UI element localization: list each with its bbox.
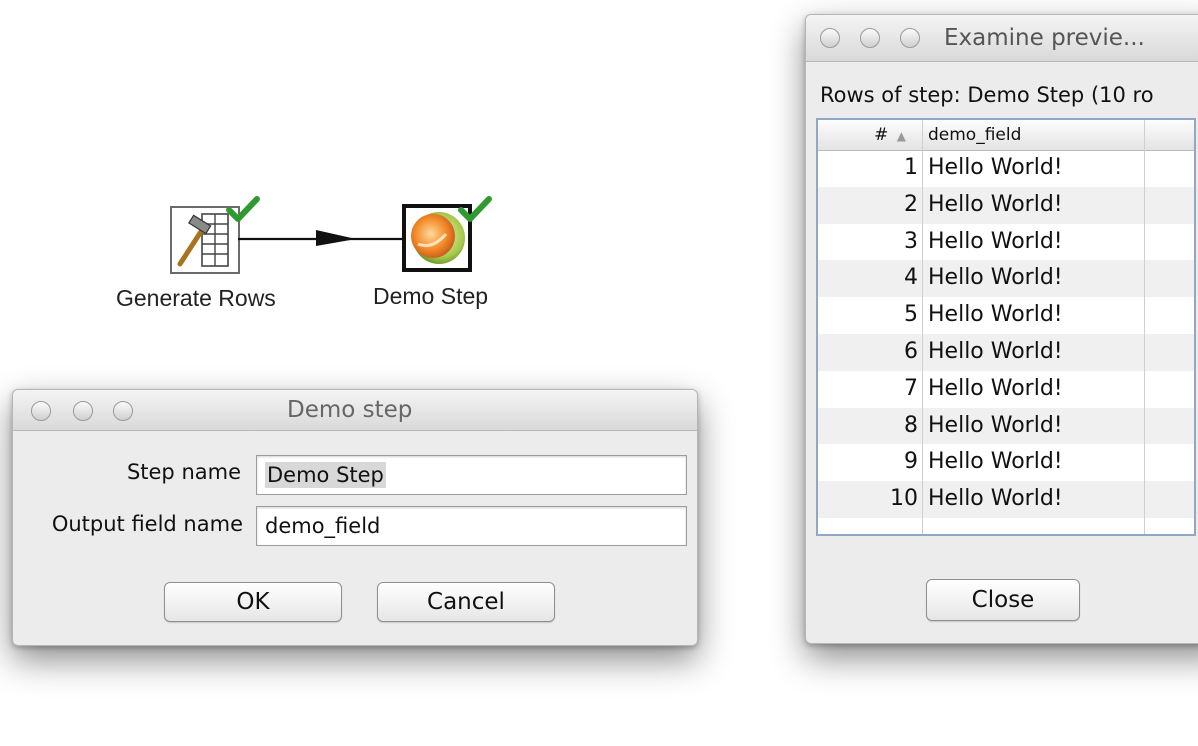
output-field-input[interactable]: demo_field [256, 506, 687, 546]
table-row[interactable]: 10 Hello World! [818, 481, 1194, 518]
demo-field-cell: Hello World! [928, 339, 1063, 364]
step-name-value: Demo Step [265, 462, 386, 488]
table-row[interactable]: 5 Hello World! [818, 297, 1194, 334]
transformation-canvas: Generate Rows Demo Step Demo step Step n… [0, 0, 1198, 746]
row-number-cell: 7 [904, 375, 918, 401]
zoom-window-button[interactable] [900, 28, 920, 48]
demo-field-cell: Hello World! [928, 191, 1063, 217]
table-row[interactable]: 1 Hello World! [818, 150, 1194, 187]
sort-ascending-icon: ▲ [896, 129, 906, 143]
demo-field-cell: Hello World! [928, 302, 1063, 328]
table-header: # ▲ demo_field [818, 120, 1194, 151]
table-row[interactable]: 6 Hello World! [818, 334, 1194, 371]
demo-field-cell: Hello World! [928, 412, 1063, 438]
preview-table[interactable]: # ▲ demo_field 1 Hello World! 2 Hello World… [816, 118, 1196, 536]
check-icon [226, 196, 260, 222]
dialog-title: Demo step [287, 397, 413, 423]
table-row[interactable]: 3 Hello World! [818, 224, 1194, 261]
preview-titlebar[interactable]: Examine previe... [806, 15, 1198, 62]
row-number-cell: 1 [904, 155, 918, 180]
demo-field-cell: Hello World! [928, 228, 1063, 254]
table-row[interactable]: 8 Hello World! [818, 407, 1194, 445]
close-button[interactable]: Close [926, 579, 1080, 621]
zoom-window-button[interactable] [113, 401, 133, 421]
table-row[interactable]: 4 Hello World! [818, 260, 1194, 298]
column-header-number[interactable]: # ▲ [818, 120, 906, 150]
minimize-window-button[interactable] [860, 28, 880, 48]
column-divider [1144, 150, 1145, 534]
ok-button[interactable]: OK [164, 582, 342, 622]
table-row[interactable]: 2 Hello World! [818, 186, 1194, 224]
row-number-cell: 8 [904, 412, 918, 438]
column-divider [1144, 120, 1145, 150]
close-window-button[interactable] [31, 401, 51, 421]
row-number-cell: 10 [890, 486, 918, 512]
output-field-label: Output field name [51, 512, 243, 536]
preview-caption: Rows of step: Demo Step (10 ro [820, 83, 1154, 107]
cancel-button[interactable]: Cancel [377, 582, 555, 622]
step-label-demo-step: Demo Step [373, 283, 489, 309]
row-number-cell: 4 [904, 265, 918, 291]
column-header-demo-field[interactable]: demo_field [928, 120, 1021, 150]
row-number-cell: 9 [904, 449, 918, 475]
check-icon [458, 196, 492, 222]
table-row[interactable]: 9 Hello World! [818, 444, 1194, 481]
column-divider [922, 150, 923, 534]
step-name-label: Step name [126, 460, 241, 484]
demo-field-cell: Hello World! [928, 155, 1063, 180]
close-window-button[interactable] [820, 28, 840, 48]
row-number-cell: 3 [904, 228, 918, 254]
column-divider [922, 120, 923, 150]
minimize-window-button[interactable] [73, 401, 93, 421]
output-field-value: demo_field [265, 514, 381, 538]
demo-field-cell: Hello World! [928, 375, 1063, 401]
dialog-titlebar[interactable]: Demo step [13, 390, 697, 431]
row-number-cell: 2 [904, 191, 918, 217]
row-number-cell: 6 [904, 339, 918, 364]
demo-field-cell: Hello World! [928, 449, 1063, 475]
hop-arrow-icon [238, 230, 402, 246]
step-label-generate-rows: Generate Rows [116, 285, 276, 311]
table-row[interactable]: 7 Hello World! [818, 371, 1194, 408]
preview-title: Examine previe... [944, 25, 1145, 51]
demo-step-dialog: Demo step Step name Demo Step Output fie… [12, 389, 698, 646]
table-body: 1 Hello World! 2 Hello World! 3 Hello World! 4… [818, 150, 1194, 534]
demo-field-cell: Hello World! [928, 486, 1063, 512]
examine-preview-dialog: Examine previe... Rows of step: Demo Ste… [805, 14, 1198, 644]
row-number-cell: 5 [904, 302, 918, 328]
step-name-input[interactable]: Demo Step [256, 455, 687, 495]
demo-field-cell: Hello World! [928, 265, 1063, 291]
